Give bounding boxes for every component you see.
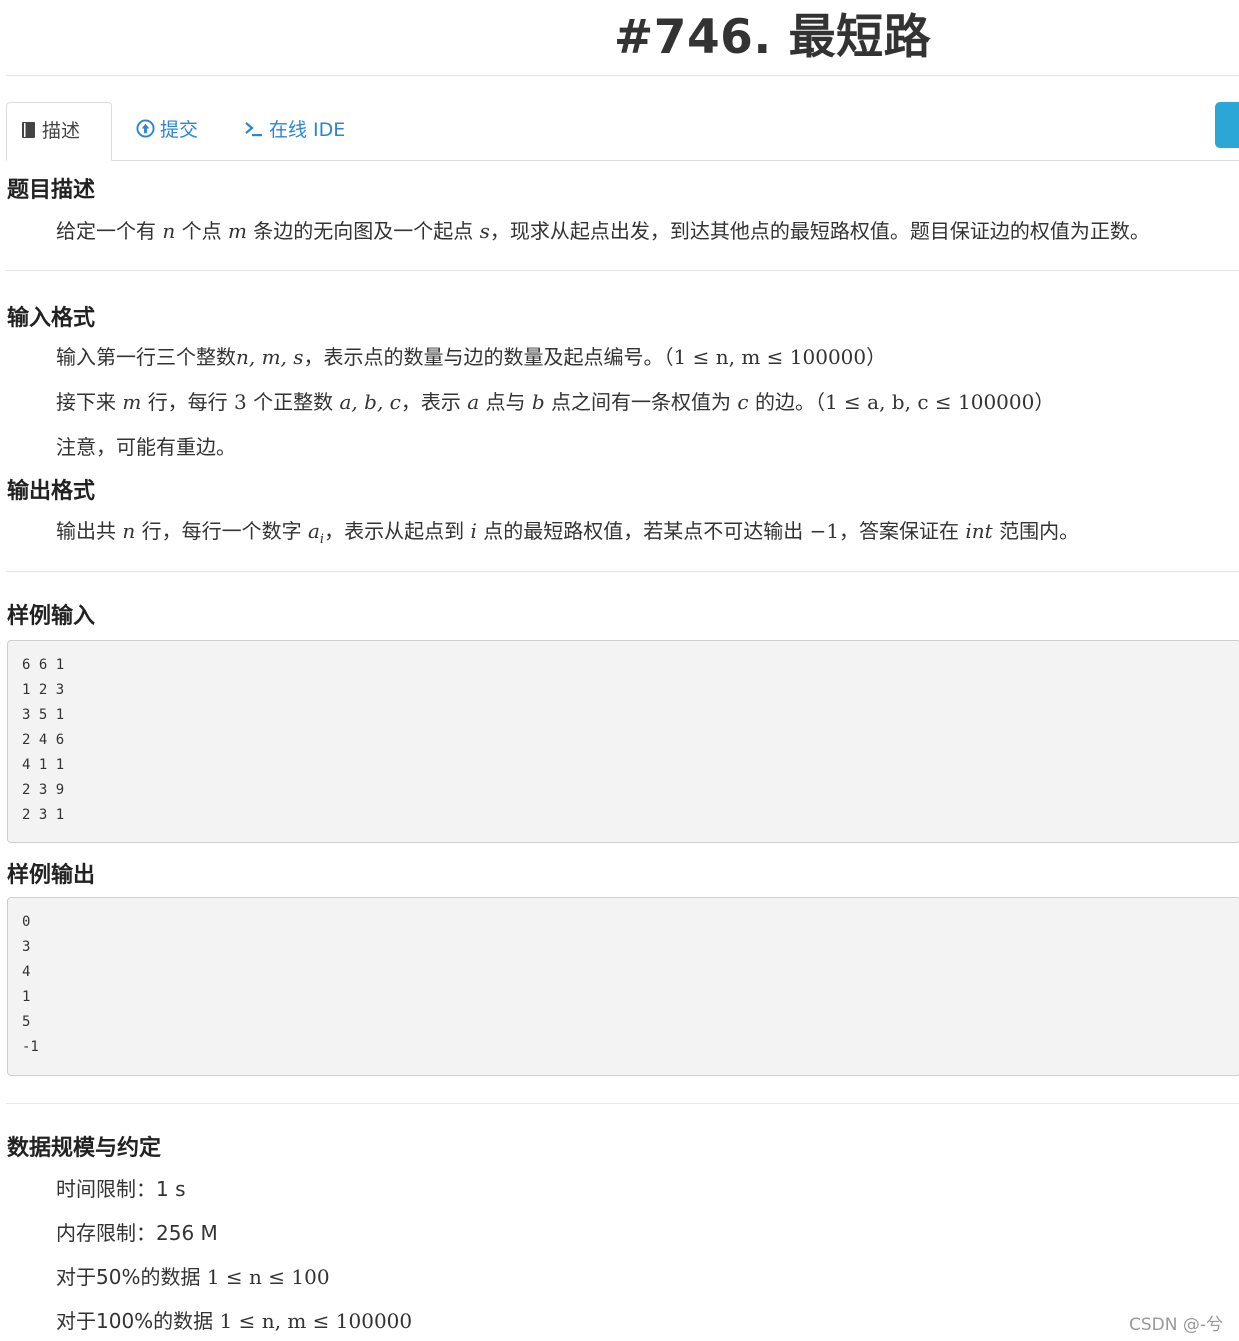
code-line: 2 3 1 — [22, 807, 65, 823]
divider — [6, 270, 1239, 271]
section-heading-output: 输出格式 — [7, 479, 96, 504]
code-line: 6 6 1 — [22, 657, 65, 673]
code-line: 3 — [22, 939, 31, 955]
constraint-100: 对于100%的数据 1 ≤ n, m ≤ 100000 — [56, 1309, 413, 1333]
code-line: 2 4 6 — [22, 732, 65, 748]
code-line: 3 5 1 — [22, 707, 65, 723]
book-icon — [21, 105, 37, 162]
section-heading-description: 题目描述 — [7, 178, 96, 203]
constraint-50: 对于50%的数据 1 ≤ n ≤ 100 — [56, 1265, 330, 1289]
code-line: 4 1 1 — [22, 757, 65, 773]
sample-output-block[interactable]: 0 3 4 1 5 -1 — [7, 897, 1239, 1076]
code-line: -1 — [22, 1039, 39, 1055]
code-line: 1 2 3 — [22, 682, 65, 698]
input-line-2: 接下来 m 行，每行 3 个正整数 a, b, c，表示 a 点与 b 点之间有… — [56, 390, 1055, 414]
code-line: 1 — [22, 989, 31, 1005]
memory-limit: 内存限制：256 M — [56, 1221, 218, 1245]
tab-submit[interactable]: 提交 — [122, 102, 212, 159]
terminal-icon — [244, 104, 264, 161]
time-limit: 时间限制：1 s — [56, 1177, 186, 1201]
description-text: 给定一个有 n 个点 m 条边的无向图及一个起点 s，现求从起点出发，到达其他点… — [56, 219, 1150, 243]
divider — [6, 75, 1239, 76]
watermark: CSDN @-兮 — [1128, 1315, 1223, 1335]
side-action-button[interactable] — [1215, 102, 1239, 148]
section-heading-input: 输入格式 — [7, 306, 96, 331]
code-line: 0 — [22, 914, 31, 930]
divider — [6, 571, 1239, 572]
tab-bar: 描述 提交 在线 IDE — [6, 102, 1239, 161]
output-text: 输出共 n 行，每行一个数字 ai，表示从起点到 i 点的最短路权值，若某点不可… — [56, 519, 1080, 547]
code-line: 2 3 9 — [22, 782, 65, 798]
tab-label: 提交 — [160, 119, 199, 141]
sample-input-block[interactable]: 6 6 1 1 2 3 3 5 1 2 4 6 4 1 1 2 3 9 2 3 1 — [7, 640, 1239, 843]
page-title: #746. 最短路 — [613, 10, 932, 65]
tab-label: 在线 IDE — [269, 119, 346, 141]
tab-label: 描述 — [42, 120, 81, 142]
section-heading-sample-input: 样例输入 — [7, 604, 96, 629]
divider — [6, 1103, 1239, 1104]
code-line: 5 — [22, 1014, 31, 1030]
code-line: 4 — [22, 964, 31, 980]
section-heading-limits: 数据规模与约定 — [7, 1136, 162, 1161]
input-line-1: 输入第一行三个整数n, m, s，表示点的数量与边的数量及起点编号。（1 ≤ n… — [56, 345, 887, 369]
section-heading-sample-output: 样例输出 — [7, 863, 96, 888]
tab-online-ide[interactable]: 在线 IDE — [230, 102, 359, 159]
input-line-3: 注意，可能有重边。 — [56, 435, 236, 459]
upload-icon — [136, 104, 155, 161]
tab-description[interactable]: 描述 — [6, 102, 112, 161]
